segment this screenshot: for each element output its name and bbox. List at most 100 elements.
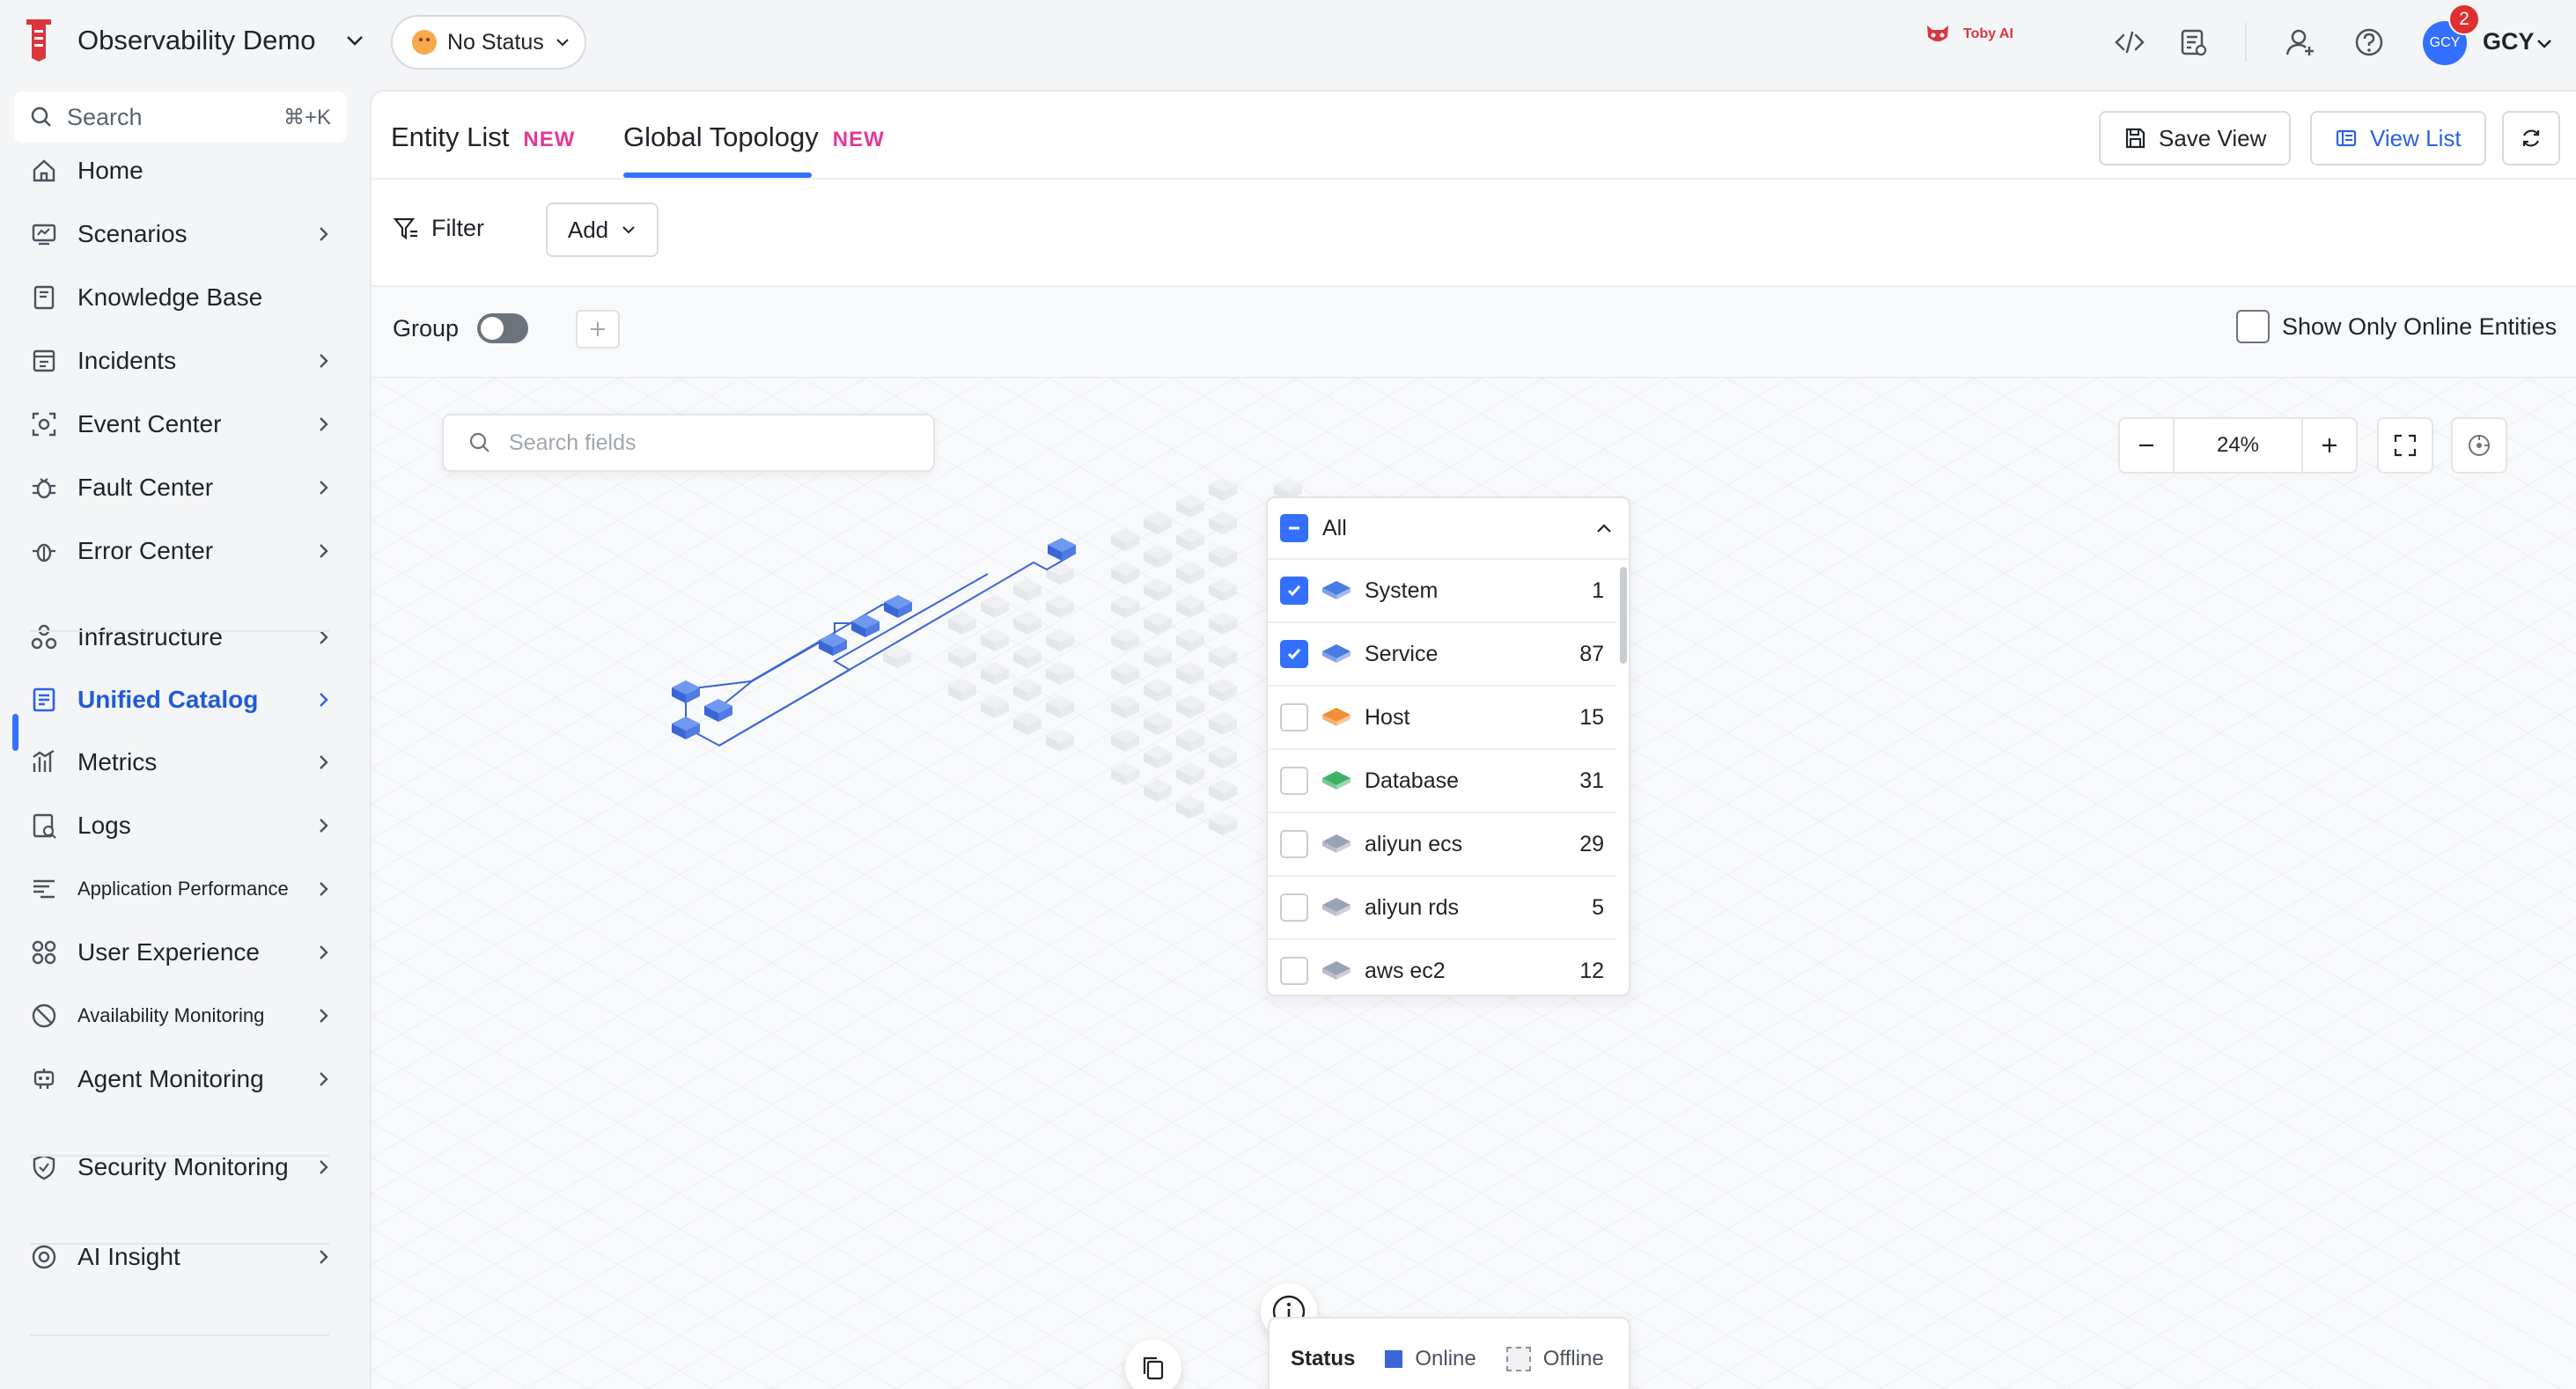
sidebar-item-ai-insight[interactable]: AI Insight xyxy=(14,1230,347,1284)
checkbox[interactable] xyxy=(1280,640,1308,668)
offline-node[interactable] xyxy=(1176,628,1204,651)
sidebar-item-availability-monitoring[interactable]: Availability Monitoring xyxy=(14,988,347,1043)
offline-node[interactable] xyxy=(948,612,976,635)
offline-node[interactable] xyxy=(1144,511,1172,534)
search-input[interactable]: Search ⌘+K xyxy=(14,92,347,143)
offline-node[interactable] xyxy=(1209,578,1237,601)
layout-button[interactable] xyxy=(2451,417,2507,474)
offline-node[interactable] xyxy=(1209,746,1237,768)
offline-node[interactable] xyxy=(1209,511,1237,534)
online-node[interactable] xyxy=(704,699,732,722)
sidebar-item-application-performance[interactable]: Application Performance xyxy=(14,862,347,916)
offline-node[interactable] xyxy=(1176,762,1204,785)
checkbox[interactable] xyxy=(2236,310,2270,343)
sidebar-item-logs[interactable]: Logs xyxy=(14,798,347,853)
help-icon[interactable] xyxy=(2352,26,2386,59)
chevron-down-icon[interactable] xyxy=(345,33,364,48)
online-node[interactable] xyxy=(884,595,912,618)
offline-node[interactable] xyxy=(1209,779,1237,802)
zoom-out-button[interactable] xyxy=(2118,417,2175,474)
offline-node[interactable] xyxy=(1111,595,1139,618)
offline-node[interactable] xyxy=(1046,662,1074,685)
offline-node[interactable] xyxy=(1046,695,1074,718)
scrollbar[interactable] xyxy=(1620,567,1627,664)
search-fields-input[interactable]: Search fields xyxy=(442,414,935,472)
offline-node[interactable] xyxy=(1111,695,1139,718)
offline-node[interactable] xyxy=(1176,695,1204,718)
chevron-down-icon[interactable] xyxy=(2536,37,2553,49)
offline-node[interactable] xyxy=(1144,712,1172,735)
add-user-icon[interactable] xyxy=(2284,26,2317,59)
document-icon[interactable] xyxy=(2176,26,2210,59)
sidebar-item-error-center[interactable]: Error Center xyxy=(14,524,347,578)
offline-node[interactable] xyxy=(981,595,1009,618)
entity-type-row[interactable]: aliyun rds 5 xyxy=(1268,877,1616,940)
sidebar-item-agent-monitoring[interactable]: Agent Monitoring xyxy=(14,1052,347,1106)
checkbox[interactable] xyxy=(1280,514,1308,542)
copy-button[interactable] xyxy=(1125,1340,1181,1389)
offline-node[interactable] xyxy=(1111,528,1139,551)
checkbox[interactable] xyxy=(1280,957,1308,985)
sidebar-item-scenarios[interactable]: Scenarios xyxy=(14,207,347,261)
view-list-button[interactable]: View List xyxy=(2310,111,2486,165)
sidebar-item-knowledge-base[interactable]: Knowledge Base xyxy=(14,270,347,325)
show-online-checkbox[interactable]: Show Only Online Entities xyxy=(2236,310,2557,343)
offline-node[interactable] xyxy=(948,645,976,668)
save-view-button[interactable]: Save View xyxy=(2099,111,2292,165)
offline-node[interactable] xyxy=(1013,612,1041,635)
offline-node[interactable] xyxy=(1144,545,1172,568)
refresh-button[interactable] xyxy=(2502,111,2560,165)
online-node[interactable] xyxy=(851,614,880,637)
online-node[interactable] xyxy=(819,633,847,656)
offline-node[interactable] xyxy=(1111,729,1139,752)
sidebar-item-home[interactable]: Home xyxy=(14,143,347,198)
sidebar-item-event-center[interactable]: Event Center xyxy=(14,397,347,452)
offline-node[interactable] xyxy=(1144,679,1172,702)
fullscreen-button[interactable] xyxy=(2377,417,2433,474)
offline-node[interactable] xyxy=(1176,495,1204,518)
sidebar-item-security-monitoring[interactable]: Security Monitoring xyxy=(14,1140,347,1194)
entity-type-row[interactable]: System 1 xyxy=(1268,560,1616,623)
offline-node[interactable] xyxy=(1209,545,1237,568)
offline-node[interactable] xyxy=(1176,595,1204,618)
tab-entity-list[interactable]: Entity List NEW xyxy=(391,121,575,153)
entity-type-row[interactable]: Database 31 xyxy=(1268,750,1616,813)
user-name[interactable]: GCY xyxy=(2483,28,2535,55)
offline-node[interactable] xyxy=(1144,578,1172,601)
offline-node[interactable] xyxy=(1176,562,1204,584)
add-filter-button[interactable]: Add xyxy=(546,202,659,257)
sidebar-item-incidents[interactable]: Incidents xyxy=(14,334,347,388)
offline-node[interactable] xyxy=(1176,528,1204,551)
entity-type-row[interactable]: aws ec2 12 xyxy=(1268,940,1616,995)
toby-ai-button[interactable]: Toby AI xyxy=(1925,23,2013,46)
entity-type-row[interactable]: Service 87 xyxy=(1268,623,1616,687)
group-toggle[interactable] xyxy=(477,313,528,343)
add-group-button[interactable] xyxy=(576,310,620,349)
offline-node[interactable] xyxy=(1013,645,1041,668)
code-icon[interactable] xyxy=(2113,26,2146,59)
topology-canvas[interactable]: Search fields 24% All System 1 Service 8… xyxy=(372,378,2576,1389)
sidebar-item-user-experience[interactable]: User Experience xyxy=(14,925,347,980)
offline-node[interactable] xyxy=(1111,662,1139,685)
app-title[interactable]: Observability Demo xyxy=(77,25,315,56)
sidebar-item-fault-center[interactable]: Fault Center xyxy=(14,460,347,515)
sidebar-item-metrics[interactable]: Metrics xyxy=(14,735,347,790)
checkbox[interactable] xyxy=(1280,893,1308,922)
offline-node[interactable] xyxy=(1013,679,1041,702)
offline-node[interactable] xyxy=(981,662,1009,685)
sidebar-item-infrastructure[interactable]: Infrastructure xyxy=(14,610,347,665)
offline-node[interactable] xyxy=(1046,562,1074,584)
checkbox[interactable] xyxy=(1280,830,1308,858)
entity-type-row[interactable]: Host 15 xyxy=(1268,687,1616,750)
offline-node[interactable] xyxy=(1111,562,1139,584)
status-selector[interactable]: No Status xyxy=(391,15,586,70)
online-node[interactable] xyxy=(672,717,700,739)
entity-type-all-row[interactable]: All xyxy=(1268,498,1629,560)
offline-node[interactable] xyxy=(1209,645,1237,668)
checkbox[interactable] xyxy=(1280,767,1308,795)
offline-node[interactable] xyxy=(1046,628,1074,651)
filter-button[interactable]: Filter xyxy=(393,215,484,242)
checkbox[interactable] xyxy=(1280,577,1308,605)
entity-type-row[interactable]: aliyun ecs 29 xyxy=(1268,813,1616,877)
tab-global-topology[interactable]: Global Topology NEW xyxy=(623,121,885,153)
